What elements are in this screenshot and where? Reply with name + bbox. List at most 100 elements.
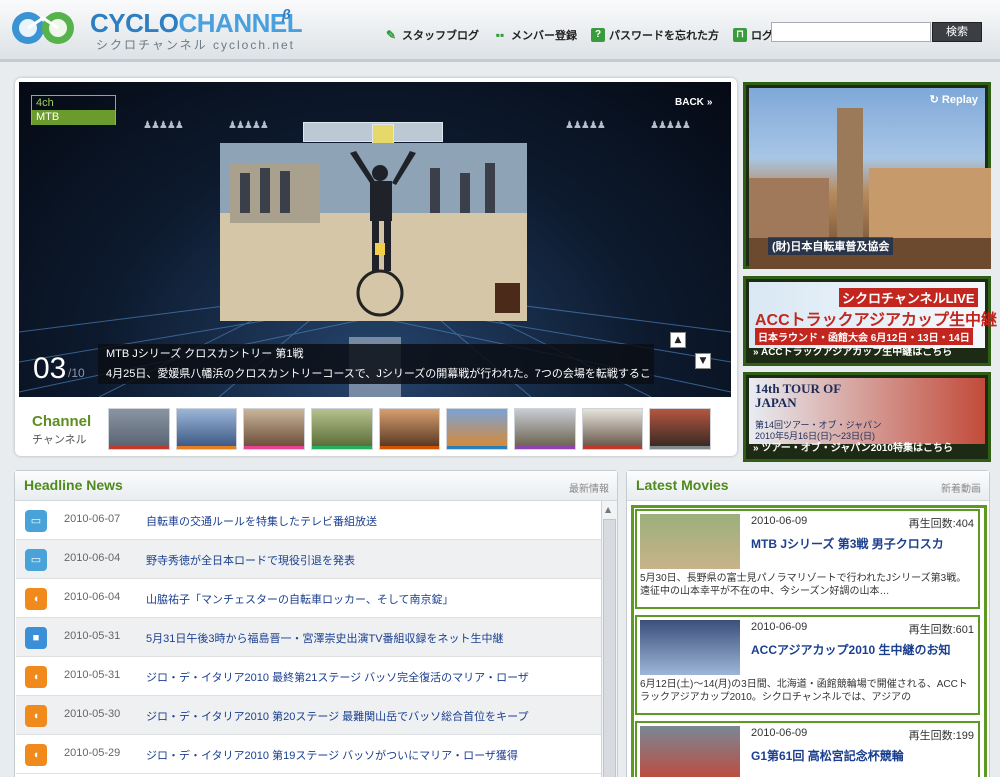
movie-thumbnail[interactable] (640, 514, 740, 569)
movie-title-link[interactable]: MTB Jシリーズ 第3戦 男子クロスカ (751, 535, 944, 552)
news-row[interactable]: ■ 2010-05-31 5月31日午後3時から福島晋一・宮澤崇史出演TV番組収… (16, 618, 602, 657)
channel-color-bar (650, 446, 711, 449)
logo-title: CYCLOCHANNEL (90, 8, 303, 38)
movie-description: 6月12日(土)～14(月)の3日間、北海道・函館競輪場で開催される、ACCトラ… (640, 679, 968, 703)
channel-thumbnails (108, 408, 712, 450)
replay-card[interactable]: ↻ Replay (財)日本自転車普及協会 (743, 82, 991, 269)
channel-label: Channel (32, 413, 92, 430)
movie-card[interactable]: 2010-06-09 再生回数:601 ACCアジアカップ2010 生中継のお知… (635, 615, 980, 715)
crowd-decoration-icon: ♟♟♟♟♟ (143, 120, 184, 131)
channel-thumb[interactable] (378, 408, 441, 450)
slide-total: /10 (68, 366, 85, 380)
double-chevron-right-icon: » (753, 443, 759, 454)
site-logo[interactable]: CYCLOCHANNEL β シクロチャンネル cycloch.net (10, 6, 303, 52)
movie-card[interactable]: 2010-06-09 再生回数:199 G1第61回 高松宮記念杯競輪 (635, 721, 980, 777)
tour-headline: 14th TOUR OF JAPAN (755, 381, 841, 410)
news-date: 2010-05-31 (64, 630, 121, 642)
channel-thumb[interactable] (108, 408, 170, 450)
movie-thumbnail[interactable] (640, 620, 740, 675)
replay-label[interactable]: ↻ Replay (930, 93, 978, 106)
channel-color-bar (447, 446, 508, 449)
caption-up-button[interactable]: ▲ (670, 332, 686, 348)
member-register-link[interactable]: ▪▪ メンバー登録 (493, 27, 577, 43)
search-input[interactable] (771, 22, 931, 42)
channel-thumb[interactable] (581, 408, 644, 450)
tv-icon: ▭ (25, 510, 47, 532)
acc-caption-link[interactable]: » ACCトラックアジアカップ生中継はこちら (749, 345, 985, 361)
staff-blog-link[interactable]: ✎ スタッフブログ (384, 27, 479, 43)
channel-color-bar (176, 446, 237, 449)
news-title-link[interactable]: ジロ・デ・イタリア2010 第20ステージ 最難関山岳でバッソ総合首位をキープ (146, 708, 529, 724)
pencil-icon: ✎ (385, 28, 397, 42)
movie-thumbnail[interactable] (640, 726, 740, 777)
header: CYCLOCHANNEL β シクロチャンネル cycloch.net ✎ スタッ… (0, 0, 1000, 62)
news-date: 2010-05-30 (64, 708, 121, 720)
news-row[interactable]: ◖ 2010-05-30 ジロ・デ・イタリア2010 第20ステージ 最難関山岳… (16, 696, 602, 735)
acc-dates: 日本ラウンド・函館大会 6月12日・13日・14日 (755, 328, 973, 345)
top-nav: ✎スタッフブログ ▪▪メンバー登録 ?パスワードを忘れた方 ⊓ログイン (384, 25, 795, 45)
news-row[interactable]: ▭ 2010-06-07 自転車の交通ルールを特集したテレビ番組放送 (16, 501, 602, 540)
news-date: 2010-05-29 (64, 747, 121, 759)
channel-sublabel: チャンネル (32, 434, 87, 446)
tour-banner[interactable]: 14th TOUR OF JAPAN 第14回ツアー・オブ・ジャパン 2010年… (743, 372, 991, 462)
news-title-link[interactable]: 野寺秀徳が全日本ロードで現役引退を発表 (146, 552, 355, 568)
news-title-link[interactable]: ジロ・デ・イタリア2010 第19ステージ バッソがついにマリア・ローザ獲得 (146, 747, 518, 763)
tour-caption-link[interactable]: » ツアー・オブ・ジャパン2010特集はこちら (749, 441, 985, 457)
logo-beta: β (282, 6, 291, 22)
channel-thumb[interactable] (649, 408, 712, 450)
scrollbar-thumb[interactable] (603, 519, 616, 777)
panel-header: Latest Movies 新着動画 (627, 471, 989, 501)
back-link[interactable]: BACK» (672, 97, 712, 108)
caption-description: 4月25日、愛媛県八幡浜のクロスカントリーコースで、Jシリーズの開幕戦が行われた… (98, 364, 654, 384)
news-row[interactable]: ▭ 2010-06-04 野寺秀徳が全日本ロードで現役引退を発表 (16, 540, 602, 579)
news-row[interactable]: ◖ 2010-05-31 ジロ・デ・イタリア2010 最終第21ステージ バッソ… (16, 657, 602, 696)
forgot-password-link[interactable]: ? パスワードを忘れた方 (591, 27, 719, 43)
background-video-card[interactable] (372, 124, 394, 144)
movie-play-count: 再生回数:601 (908, 624, 974, 636)
movie-date: 2010-06-09 (751, 515, 808, 527)
bicycle-logo-icon (12, 12, 74, 44)
channel-thumb[interactable] (514, 408, 576, 450)
news-row[interactable]: ◖ 2010-06-04 山脇祐子「マンチェスターの自転車ロッカー、そして南京錠… (16, 579, 602, 618)
channel-thumb[interactable] (311, 408, 373, 450)
channel-name: MTB (32, 110, 115, 125)
news-scrollbar[interactable]: ▲ (601, 501, 617, 777)
search-button[interactable]: 検索 (932, 22, 982, 42)
chat-icon: ◖ (25, 666, 47, 688)
news-date: 2010-06-07 (64, 513, 121, 525)
channel-color-bar (515, 446, 575, 449)
channel-badge: 4ch MTB (31, 95, 116, 125)
panel-subtitle: 最新情報 (569, 484, 609, 495)
movie-description: 5月30日、長野県の富士見パノラマリゾートで行われたJシリーズ第3戦。遠征中の山… (640, 573, 967, 597)
channel-color-bar (109, 446, 169, 449)
crowd-decoration-icon: ♟♟♟♟♟ (650, 120, 691, 131)
chat-icon: ◖ (25, 705, 47, 727)
acc-banner-image: シクロチャンネルLIVE ACCトラックアジアカップ生中継 日本ラウンド・函館大… (749, 282, 997, 348)
news-title-link[interactable]: 自転車の交通ルールを特集したテレビ番組放送 (146, 513, 377, 529)
lock-icon: ⊓ (733, 28, 747, 42)
chat-icon: ◖ (25, 744, 47, 766)
acc-banner[interactable]: シクロチャンネルLIVE ACCトラックアジアカップ生中継 日本ラウンド・函館大… (743, 276, 997, 366)
acc-live-title: シクロチャンネルLIVE (839, 288, 978, 307)
double-chevron-right-icon: » (753, 347, 759, 358)
channel-thumb[interactable] (175, 408, 238, 450)
news-title-link[interactable]: 5月31日午後3時から福島晋一・宮澤崇史出演TV番組収録をネット生中継 (146, 630, 504, 646)
members-icon: ▪▪ (495, 28, 505, 42)
news-title-link[interactable]: 山脇祐子「マンチェスターの自転車ロッカー、そして南京錠」 (146, 591, 454, 607)
featured-video[interactable] (220, 143, 527, 321)
scroll-up-icon[interactable]: ▲ (605, 505, 611, 514)
caption-down-button[interactable]: ▼ (695, 353, 711, 369)
movie-title-link[interactable]: ACCアジアカップ2010 生中継のお知 (751, 641, 951, 658)
channel-thumb[interactable] (243, 408, 306, 450)
mtb-race-image (220, 143, 527, 321)
news-title-link[interactable]: ジロ・デ・イタリア2010 最終第21ステージ バッソ完全復活のマリア・ローザ (146, 669, 529, 685)
movie-title-link[interactable]: G1第61回 高松宮記念杯競輪 (751, 747, 904, 764)
movie-card[interactable]: 2010-06-09 再生回数:404 MTB Jシリーズ 第3戦 男子クロスカ… (635, 509, 980, 609)
panel-subtitle: 新着動画 (941, 484, 981, 495)
tv-icon: ▭ (25, 549, 47, 571)
logo-subtitle: シクロチャンネル cycloch.net (96, 38, 296, 52)
channel-thumb[interactable] (446, 408, 509, 450)
crowd-decoration-icon: ♟♟♟♟♟ (565, 120, 606, 131)
news-row[interactable]: ◖ 2010-05-29 ジロ・デ・イタリア2010 第19ステージ バッソがつ… (16, 735, 602, 774)
tour-banner-image: 14th TOUR OF JAPAN 第14回ツアー・オブ・ジャパン 2010年… (749, 378, 985, 444)
